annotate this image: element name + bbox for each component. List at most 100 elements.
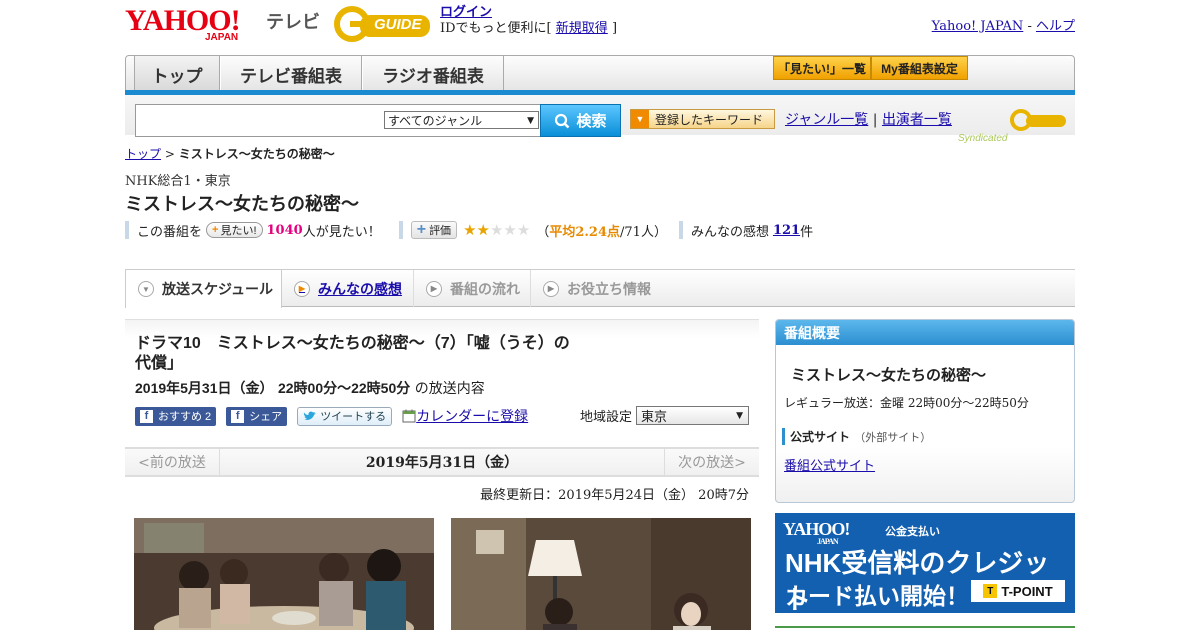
- yahoo-japan-link[interactable]: Yahoo! JAPAN: [932, 19, 1024, 34]
- id-promo-text: IDでもっと便利に[: [440, 21, 552, 36]
- scene-image-room: [451, 518, 751, 630]
- mitai-suffix: 人が見たい！: [302, 224, 381, 240]
- facebook-share-button[interactable]: f シェア: [226, 406, 288, 426]
- yahoo-japan-logo[interactable]: YAHOO! JAPAN: [125, 6, 263, 44]
- channel-name: NHK総合1・東京: [125, 174, 231, 189]
- chevron-down-icon: ▼: [138, 281, 154, 297]
- tweet-button[interactable]: ツイートする: [297, 406, 393, 426]
- episode-date: 2019年5月31日（金）: [135, 380, 274, 396]
- last-updated: 最終更新日：2019年5月24日（金） 20時7分: [480, 488, 749, 503]
- episode-photo: [134, 518, 434, 630]
- performer-list-link[interactable]: 出演者一覧: [882, 112, 952, 128]
- registered-keyword-button[interactable]: ▼ 登録したキーワード: [630, 109, 775, 129]
- plus-icon: +: [212, 224, 219, 236]
- breadcrumb: トップ > ミストレス～女たちの秘密～: [125, 145, 335, 162]
- facebook-icon: f: [140, 409, 153, 423]
- facebook-recommend-button[interactable]: f おすすめ 2: [135, 406, 217, 426]
- rate-button-label: 評価: [429, 225, 452, 237]
- program-stats: この番組を + 見たい! 1040 人が見たい！ + 評価 ★★★★★ （ 平均…: [125, 220, 813, 240]
- episode-airtime: 2019年5月31日（金） 22時00分～22時50分 の放送内容: [135, 378, 485, 398]
- episode-time: 22時00分～22時50分: [277, 380, 411, 396]
- star-rating: ★★★★★: [463, 221, 530, 239]
- review-count-link[interactable]: 121: [773, 223, 800, 238]
- ad-brand: YAHOO!: [783, 519, 850, 539]
- regular-broadcast: レギュラー放送：金曜 22時00分～22時50分: [784, 396, 1029, 410]
- nav-tab-radio-schedule[interactable]: ラジオ番組表: [362, 56, 504, 92]
- nav-tab-top[interactable]: トップ: [134, 56, 220, 92]
- global-nav: トップ テレビ番組表 ラジオ番組表 「見たい!」一覧 My番組表設定: [125, 55, 1075, 93]
- region-select-value: 東京: [641, 410, 668, 425]
- mitai-count: 1040: [266, 222, 303, 238]
- tab-reviews[interactable]: ▶ みんなの感想: [282, 270, 414, 307]
- tweet-label: ツイートする: [320, 411, 387, 423]
- login-link[interactable]: ログイン: [440, 5, 492, 20]
- prev-broadcast-link[interactable]: <前の放送: [125, 449, 220, 475]
- current-broadcast-date: 2019年5月31日（金）: [365, 455, 519, 471]
- breadcrumb-separator: >: [164, 147, 175, 161]
- top-right-links: Yahoo! JAPAN - ヘルプ: [932, 15, 1075, 34]
- review-suffix: 件: [800, 224, 814, 240]
- gguide-logo[interactable]: GUIDE: [334, 6, 434, 42]
- tab-reviews-label: みんなの感想: [318, 280, 402, 297]
- scene-image-table: [134, 518, 434, 630]
- tpoint-icon: T: [983, 584, 998, 598]
- official-site-label: 公式サイト: [790, 430, 851, 444]
- help-link[interactable]: ヘルプ: [1036, 19, 1075, 34]
- region-label: 地域設定: [580, 410, 633, 425]
- mitai-list-button[interactable]: 「見たい!」一覧: [773, 56, 871, 80]
- next-broadcast-link[interactable]: 次の放送>: [664, 449, 759, 475]
- my-schedule-button[interactable]: My番組表設定: [871, 56, 968, 80]
- gguide-small-logo: [1010, 109, 1067, 131]
- search-links: ジャンル一覧 | 出演者一覧: [785, 109, 952, 129]
- tab-useful-info-label: お役立ち情報: [567, 280, 651, 297]
- search-button[interactable]: 検索: [540, 104, 621, 137]
- page-title: ミストレス～女たちの秘密～: [125, 194, 359, 214]
- chevron-right-icon: ▶: [294, 280, 310, 297]
- gguide-word: GUIDE: [374, 16, 422, 33]
- mitai-button[interactable]: + 見たい!: [206, 222, 263, 238]
- review-prefix: みんなの感想: [690, 224, 769, 240]
- facebook-recommend-label: おすすめ 2: [158, 411, 212, 423]
- nav-tab-tv-schedule[interactable]: テレビ番組表: [220, 56, 362, 92]
- tab-program-flow[interactable]: ▶ 番組の流れ: [414, 270, 531, 307]
- stat-divider: [398, 221, 403, 239]
- genre-select[interactable]: すべてのジャンル ▼: [384, 111, 539, 129]
- chevron-down-icon: ▼: [527, 116, 534, 126]
- region-setting: 地域設定 東京 ▼: [580, 406, 750, 425]
- calendar-register[interactable]: カレンダーに登録: [402, 406, 528, 426]
- breadcrumb-current: ミストレス～女たちの秘密～: [178, 147, 335, 161]
- program-tabs: ▼ 放送スケジュール ▶ みんなの感想 ▶ 番組の流れ ▶ お役立ち情報: [125, 269, 1075, 308]
- ad-yahoo-logo: YAHOO! JAPAN: [783, 519, 850, 546]
- dropdown-arrow-icon: ▼: [631, 110, 649, 128]
- facebook-share-label: シェア: [249, 411, 283, 423]
- star-icon: ★: [463, 221, 477, 239]
- tab-program-flow-label: 番組の流れ: [450, 280, 520, 297]
- star-icon: ★: [476, 221, 490, 239]
- link-divider: |: [872, 112, 878, 128]
- genre-list-link[interactable]: ジャンル一覧: [785, 112, 868, 128]
- chevron-right-icon: ▶: [543, 280, 559, 297]
- mitai-button-label: 見たい!: [220, 225, 257, 237]
- program-overview-panel: 番組概要: [775, 319, 1075, 503]
- overview-title: ミストレス～女たちの秘密～: [791, 367, 987, 384]
- signup-link[interactable]: 新規取得: [556, 21, 608, 36]
- ad-banner[interactable]: YAHOO! JAPAN 公金支払い NHK受信料のクレジット カード払い開始！…: [775, 513, 1075, 615]
- avg-prefix: （: [536, 224, 550, 240]
- twitter-bird-icon: [304, 411, 317, 420]
- official-site-link[interactable]: 番組公式サイト: [784, 455, 875, 474]
- calendar-link[interactable]: カレンダーに登録: [416, 406, 528, 426]
- service-name[interactable]: テレビ: [266, 8, 320, 34]
- episode-photo: [451, 518, 751, 630]
- average-score: 平均2.24点: [549, 224, 621, 240]
- tab-schedule[interactable]: ▼ 放送スケジュール: [125, 270, 282, 308]
- genre-select-value: すべてのジャンル: [388, 113, 483, 128]
- breadcrumb-top-link[interactable]: トップ: [125, 147, 161, 161]
- facebook-icon: f: [231, 409, 245, 423]
- rate-button[interactable]: + 評価: [410, 221, 458, 239]
- syndicated-gguide-logo: Syndicated: [958, 101, 1068, 144]
- login-block: ログイン IDでもっと便利に[ 新規取得 ]: [440, 5, 617, 37]
- region-select[interactable]: 東京 ▼: [636, 406, 750, 425]
- tab-useful-info[interactable]: ▶ お役立ち情報: [531, 270, 661, 307]
- tpoint-badge: T T-POINT: [971, 580, 1065, 602]
- plus-icon: +: [416, 221, 427, 238]
